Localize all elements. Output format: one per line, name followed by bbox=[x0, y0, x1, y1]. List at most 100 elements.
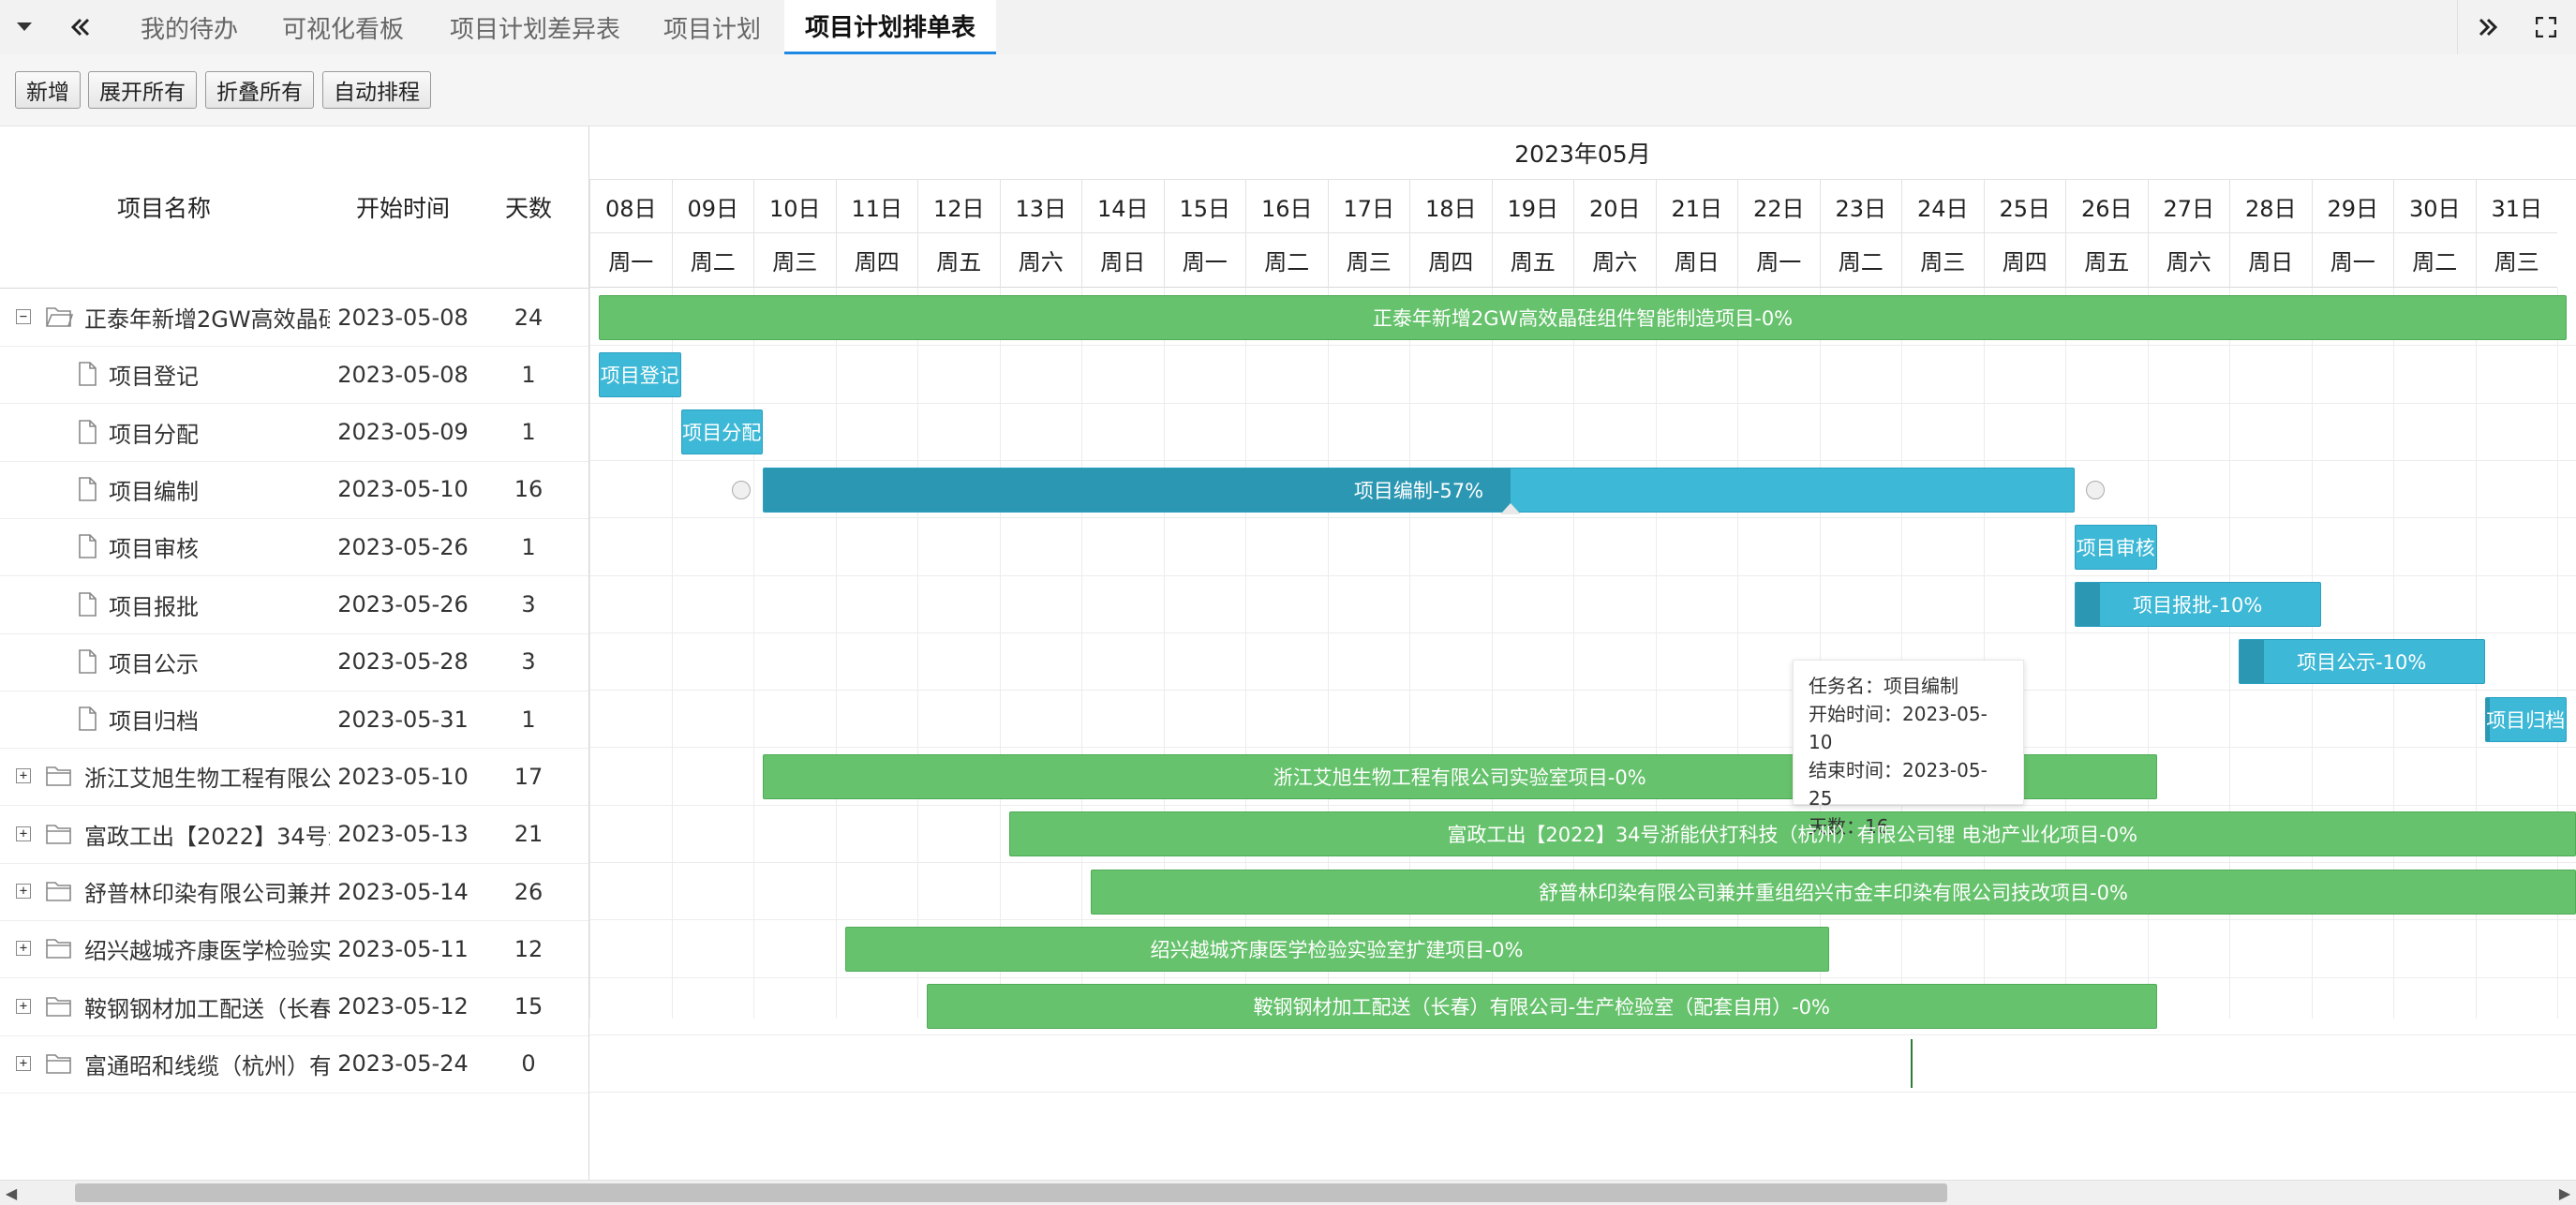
project-bar[interactable]: 富政工出【2022】34号浙能伏打科技（杭州）有限公司锂 电池产业化项目-0% bbox=[1009, 811, 2576, 856]
project-bar[interactable]: 正泰年新增2GW高效晶硅组件智能制造项目-0% bbox=[599, 295, 2567, 340]
add-button[interactable]: 新增 bbox=[15, 71, 81, 109]
task-row[interactable]: 项目公示2023-05-283 bbox=[0, 633, 588, 692]
project-bar[interactable]: 鞍钢钢材加工配送（长春）有限公司-生产检验室（配套自用）-0% bbox=[927, 984, 2157, 1029]
timeline-weekday: 周六 bbox=[1573, 233, 1656, 288]
tab-project-plan[interactable]: 项目计划 bbox=[650, 0, 774, 54]
project-row[interactable]: +浙江艾旭生物工程有限公司2023-05-1017 bbox=[0, 748, 588, 806]
timeline-day: 17日 bbox=[1328, 180, 1410, 233]
auto-schedule-button[interactable]: 自动排程 bbox=[322, 71, 431, 109]
scroll-left-arrow-icon[interactable]: ◀ bbox=[2, 1183, 21, 1202]
grid-hline bbox=[589, 690, 2576, 691]
tooltip-start: 开始时间：2023-05-10 bbox=[1809, 700, 2008, 756]
project-row[interactable]: +鞍钢钢材加工配送（长春）2023-05-1215 bbox=[0, 978, 588, 1036]
project-row[interactable]: +舒普林印染有限公司兼并重2023-05-1426 bbox=[0, 863, 588, 921]
duration: 17 bbox=[469, 748, 588, 805]
file-icon bbox=[73, 533, 101, 559]
tab-my-todo[interactable]: 我的待办 bbox=[124, 0, 255, 54]
expand-all-button[interactable]: 展开所有 bbox=[88, 71, 197, 109]
scrollbar-thumb[interactable] bbox=[75, 1183, 1947, 1202]
grid-hline bbox=[589, 632, 2576, 633]
scroll-right-arrow-icon[interactable]: ▶ bbox=[2555, 1183, 2574, 1202]
project-row[interactable]: +富政工出【2022】34号浙2023-05-1321 bbox=[0, 806, 588, 864]
column-header-duration[interactable]: 天数 bbox=[469, 126, 588, 288]
duration: 1 bbox=[469, 346, 588, 403]
gantt-chart: 2023年05月 08日周一09日周二10日周三11日周四12日周五13日周六1… bbox=[589, 126, 2576, 1180]
collapse-toggle-icon[interactable]: − bbox=[16, 309, 31, 324]
column-header-start[interactable]: 开始时间 bbox=[337, 126, 469, 288]
task-bar[interactable]: 项目归档 bbox=[2485, 697, 2568, 742]
timeline-weekday: 周三 bbox=[1328, 233, 1410, 288]
expand-toggle-icon[interactable]: + bbox=[16, 884, 31, 899]
expand-toggle-icon[interactable]: + bbox=[16, 999, 31, 1014]
timeline-weekday: 周二 bbox=[2393, 233, 2476, 288]
link-handle-start[interactable] bbox=[732, 481, 751, 499]
task-bar[interactable]: 项目登记 bbox=[599, 352, 681, 397]
timeline-day: 11日 bbox=[836, 180, 918, 233]
project-bar[interactable]: 绍兴越城齐康医学检验实验室扩建项目-0% bbox=[845, 927, 1829, 972]
fullscreen-icon[interactable] bbox=[2520, 0, 2572, 54]
timeline-day: 27日 bbox=[2148, 180, 2230, 233]
task-row[interactable]: 项目审核2023-05-261 bbox=[0, 518, 588, 576]
timeline-day: 25日 bbox=[1984, 180, 2066, 233]
task-bar[interactable]: 项目报批-10% bbox=[2075, 582, 2321, 627]
task-name: 项目归档 bbox=[109, 691, 330, 748]
task-row[interactable]: 项目登记2023-05-081 bbox=[0, 346, 588, 404]
start-date: 2023-05-08 bbox=[337, 346, 469, 403]
caret-down-icon[interactable] bbox=[0, 0, 49, 54]
grid-hline bbox=[589, 345, 2576, 346]
task-bar[interactable]: 项目审核 bbox=[2075, 525, 2157, 570]
timeline-weekday: 周二 bbox=[1820, 233, 1902, 288]
tooltip-end: 结束时间：2023-05-25 bbox=[1809, 756, 2008, 812]
tab-plan-schedule[interactable]: 项目计划排单表 bbox=[784, 0, 996, 54]
timeline-day: 13日 bbox=[1000, 180, 1082, 233]
task-name: 项目分配 bbox=[109, 404, 330, 461]
task-name: 项目报批 bbox=[109, 576, 330, 633]
start-date: 2023-05-24 bbox=[337, 1035, 469, 1093]
task-name: 项目编制 bbox=[109, 461, 330, 518]
project-row[interactable]: −正泰年新增2GW高效晶硅2023-05-0824 bbox=[0, 289, 588, 347]
project-name: 舒普林印染有限公司兼并重 bbox=[84, 863, 330, 920]
expand-toggle-icon[interactable]: + bbox=[16, 768, 31, 783]
project-row[interactable]: +绍兴越城齐康医学检验实验2023-05-1112 bbox=[0, 920, 588, 978]
timeline-weekday: 周日 bbox=[1656, 233, 1738, 288]
task-bar[interactable]: 项目公示-10% bbox=[2239, 639, 2485, 684]
duration: 21 bbox=[469, 806, 588, 863]
collapse-all-button[interactable]: 折叠所有 bbox=[205, 71, 314, 109]
expand-toggle-icon[interactable]: + bbox=[16, 826, 31, 841]
task-row[interactable]: 项目归档2023-05-311 bbox=[0, 691, 588, 749]
start-date: 2023-05-08 bbox=[337, 289, 469, 346]
horizontal-scrollbar[interactable]: ◀ ▶ bbox=[0, 1180, 2576, 1205]
double-chevron-left-icon[interactable] bbox=[56, 0, 105, 54]
tab-visual-board[interactable]: 可视化看板 bbox=[272, 0, 414, 54]
task-row[interactable]: 项目报批2023-05-263 bbox=[0, 576, 588, 634]
project-row[interactable]: +富通昭和线缆（杭州）有限2023-05-240 bbox=[0, 1035, 588, 1093]
file-icon bbox=[73, 591, 101, 617]
bar-label: 舒普林印染有限公司兼并重组绍兴市金丰印染有限公司技改项目-0% bbox=[1539, 878, 2128, 906]
link-handle-end[interactable] bbox=[2086, 481, 2105, 499]
start-date: 2023-05-10 bbox=[337, 461, 469, 518]
bar-label: 项目审核 bbox=[2077, 533, 2155, 561]
folder-icon bbox=[45, 935, 73, 961]
task-row[interactable]: 项目编制2023-05-1016 bbox=[0, 461, 588, 519]
timeline-day: 08日 bbox=[589, 180, 672, 233]
timeline-weekday: 周五 bbox=[2065, 233, 2148, 288]
column-header-name[interactable]: 项目名称 bbox=[0, 126, 328, 288]
task-bar[interactable]: 项目编制-57% bbox=[763, 468, 2075, 513]
expand-toggle-icon[interactable]: + bbox=[16, 1056, 31, 1071]
timeline-day: 09日 bbox=[672, 180, 754, 233]
tab-bar-controls bbox=[2457, 0, 2576, 54]
expand-toggle-icon[interactable]: + bbox=[16, 941, 31, 956]
start-date: 2023-05-26 bbox=[337, 518, 469, 575]
timeline-weekday: 周五 bbox=[1492, 233, 1574, 288]
project-bar[interactable]: 舒普林印染有限公司兼并重组绍兴市金丰印染有限公司技改项目-0% bbox=[1091, 870, 2576, 915]
double-chevron-right-icon[interactable] bbox=[2462, 0, 2514, 54]
task-row[interactable]: 项目分配2023-05-091 bbox=[0, 404, 588, 462]
bar-label: 项目编制-57% bbox=[1354, 476, 1483, 504]
progress-drag-handle[interactable] bbox=[1500, 503, 1521, 514]
bar-label: 富政工出【2022】34号浙能伏打科技（杭州）有限公司锂 电池产业化项目-0% bbox=[1447, 820, 2137, 848]
task-bar[interactable]: 项目分配 bbox=[681, 409, 764, 454]
timeline-weekday: 周二 bbox=[672, 233, 754, 288]
tab-plan-diff[interactable]: 项目计划差异表 bbox=[437, 0, 633, 54]
tooltip-task-name: 任务名：项目编制 bbox=[1809, 672, 2008, 700]
milestone-marker[interactable] bbox=[1911, 1039, 1913, 1088]
